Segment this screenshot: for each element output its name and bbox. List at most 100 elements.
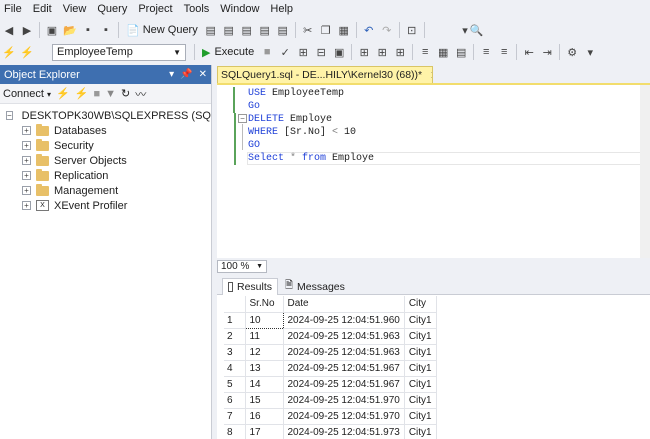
menu-window[interactable]: Window: [215, 0, 265, 18]
table-row[interactable]: 3 12 2024-09-25 12:04:51.963 City1: [224, 344, 437, 361]
disconnect-icon[interactable]: ⚡: [18, 43, 36, 61]
cell-city[interactable]: City1: [404, 376, 437, 393]
cell-city[interactable]: City1: [404, 360, 437, 377]
query-editor[interactable]: − USE EmployeeTemp Go DELETE Employe WHE…: [217, 83, 650, 258]
cell-city[interactable]: City1: [404, 344, 437, 361]
activity-monitor-icon[interactable]: ⊡: [403, 21, 421, 39]
expand-icon[interactable]: +: [22, 141, 31, 150]
cell-srno[interactable]: 14: [245, 376, 284, 393]
estimated-plan-icon[interactable]: ⊞: [294, 43, 312, 61]
copy-icon[interactable]: ❐: [317, 21, 335, 39]
tree-node-replication[interactable]: + Replication: [0, 168, 211, 183]
dmx-query-icon[interactable]: ▤: [238, 21, 256, 39]
decrease-indent-icon[interactable]: ⇤: [520, 43, 538, 61]
menu-project[interactable]: Project: [133, 0, 178, 18]
cell-city[interactable]: City1: [404, 424, 437, 439]
table-row[interactable]: 5 14 2024-09-25 12:04:51.967 City1: [224, 376, 437, 393]
results-to-grid-icon[interactable]: ▦: [434, 43, 452, 61]
execute-button[interactable]: ▶ Execute: [198, 46, 258, 59]
open-file-icon[interactable]: 📂: [61, 21, 79, 39]
cell-date[interactable]: 2024-09-25 12:04:51.963: [283, 344, 405, 361]
row-number[interactable]: 7: [224, 408, 246, 425]
row-number-header[interactable]: [224, 296, 246, 313]
results-to-text-icon[interactable]: ≡: [416, 43, 434, 61]
collapse-icon[interactable]: −: [6, 111, 13, 120]
results-to-file-icon[interactable]: ▤: [452, 43, 470, 61]
expand-icon[interactable]: +: [22, 201, 31, 210]
cell-srno[interactable]: 12: [245, 344, 284, 361]
mdx-query-icon[interactable]: ▤: [220, 21, 238, 39]
table-row[interactable]: 1 10 2024-09-25 12:04:51.960 City1: [224, 311, 437, 329]
menu-edit[interactable]: Edit: [28, 0, 58, 18]
cell-srno[interactable]: 10: [244, 311, 284, 329]
table-row[interactable]: 8 17 2024-09-25 12:04:51.973 City1: [224, 424, 437, 439]
menu-query[interactable]: Query: [92, 0, 133, 18]
cell-date[interactable]: 2024-09-25 12:04:51.963: [283, 328, 405, 345]
xmla-query-icon[interactable]: ▤: [256, 21, 274, 39]
tab-results[interactable]: Results: [222, 278, 278, 295]
cell-date[interactable]: 2024-09-25 12:04:51.967: [283, 360, 405, 377]
uncomment-icon[interactable]: ≡: [495, 43, 513, 61]
cell-city[interactable]: City1: [404, 312, 437, 329]
new-project-icon[interactable]: ▣: [43, 21, 61, 39]
activity-icon[interactable]: 〰: [135, 86, 146, 102]
cell-srno[interactable]: 13: [245, 360, 284, 377]
connect-dropdown[interactable]: Connect ▾: [3, 88, 51, 100]
actual-plan-icon[interactable]: ⊞: [355, 43, 373, 61]
back-icon[interactable]: ◀: [0, 21, 18, 39]
database-query-icon[interactable]: ▤: [202, 21, 220, 39]
cell-city[interactable]: City1: [404, 328, 437, 345]
panel-menu-icon[interactable]: ▾: [169, 69, 174, 80]
cell-date[interactable]: 2024-09-25 12:04:51.970: [283, 408, 405, 425]
filter-icon[interactable]: ▼: [105, 88, 116, 100]
connect-plug-icon[interactable]: ⚡: [56, 87, 70, 100]
refresh-icon[interactable]: ↻: [121, 87, 130, 100]
row-number[interactable]: 1: [224, 312, 246, 329]
cell-srno[interactable]: 11: [245, 328, 284, 345]
new-query-button[interactable]: 📄 New Query: [122, 24, 202, 37]
row-number[interactable]: 8: [224, 424, 246, 439]
column-header-srno[interactable]: Sr.No: [245, 296, 284, 313]
menu-tools[interactable]: Tools: [179, 0, 216, 18]
table-row[interactable]: 4 13 2024-09-25 12:04:51.967 City1: [224, 360, 437, 377]
paste-icon[interactable]: ▦: [335, 21, 353, 39]
tree-node-management[interactable]: + Management: [0, 183, 211, 198]
redo-icon[interactable]: ↷: [378, 21, 396, 39]
cell-date[interactable]: 2024-09-25 12:04:51.967: [283, 376, 405, 393]
close-tab-icon[interactable]: ✕: [430, 69, 432, 82]
pin-icon[interactable]: 📌: [180, 69, 192, 80]
expand-icon[interactable]: +: [22, 126, 31, 135]
column-header-city[interactable]: City: [404, 296, 437, 313]
tree-node-server[interactable]: − DESKTOPK30WB\SQLEXPRESS (SQL Serv: [0, 108, 211, 123]
comment-icon[interactable]: ≡: [477, 43, 495, 61]
specify-values-icon[interactable]: ⚙: [563, 43, 581, 61]
client-stats-icon[interactable]: ⊞: [391, 43, 409, 61]
cut-icon[interactable]: ✂: [299, 21, 317, 39]
cell-date[interactable]: 2024-09-25 12:04:51.970: [283, 392, 405, 409]
editor-scrollbar[interactable]: [640, 85, 650, 258]
menu-file[interactable]: File: [0, 0, 28, 18]
menu-help[interactable]: Help: [265, 0, 299, 18]
query-tab[interactable]: SQLQuery1.sql - DE...HILY\Kernel30 (68))…: [217, 66, 433, 83]
stop-icon[interactable]: ■: [93, 88, 100, 100]
row-number[interactable]: 5: [224, 376, 246, 393]
save-icon[interactable]: ▪: [79, 21, 97, 39]
close-icon[interactable]: ✕: [199, 69, 207, 80]
row-number[interactable]: 6: [224, 392, 246, 409]
tree-node-databases[interactable]: + Databases: [0, 123, 211, 138]
column-header-date[interactable]: Date: [283, 296, 405, 313]
find-in-files-icon[interactable]: 🔍: [468, 21, 486, 39]
cell-date[interactable]: 2024-09-25 12:04:51.960: [283, 312, 405, 329]
increase-indent-icon[interactable]: ⇥: [538, 43, 556, 61]
cell-srno[interactable]: 17: [245, 424, 284, 439]
cancel-query-icon[interactable]: ■: [258, 43, 276, 61]
find-dropdown-icon[interactable]: ▾: [428, 21, 468, 39]
connect-icon[interactable]: ⚡: [0, 43, 18, 61]
table-row[interactable]: 6 15 2024-09-25 12:04:51.970 City1: [224, 392, 437, 409]
cell-city[interactable]: City1: [404, 392, 437, 409]
expand-icon[interactable]: +: [22, 156, 31, 165]
tree-node-security[interactable]: + Security: [0, 138, 211, 153]
table-row[interactable]: 2 11 2024-09-25 12:04:51.963 City1: [224, 328, 437, 345]
query-options-icon[interactable]: ⊟: [312, 43, 330, 61]
save-all-icon[interactable]: ▪: [97, 21, 115, 39]
